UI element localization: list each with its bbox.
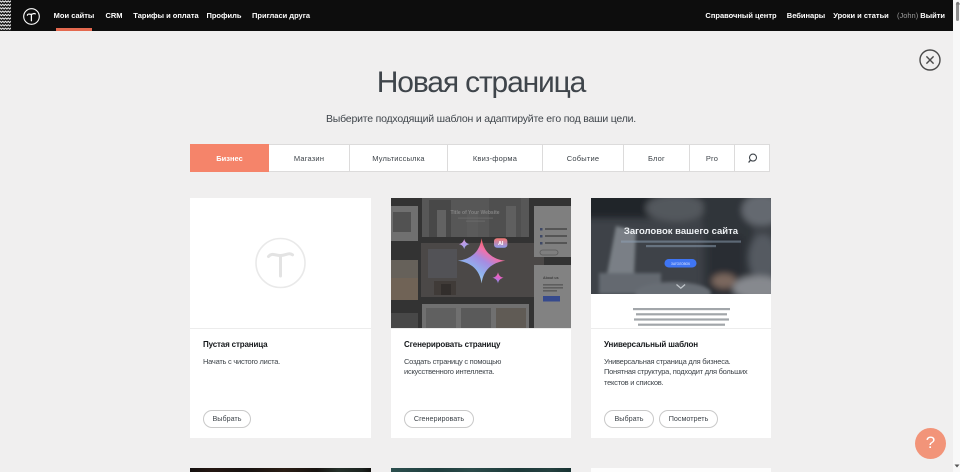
svg-text:ЗАГОЛОВОК: ЗАГОЛОВОК — [671, 262, 690, 266]
svg-text:AI: AI — [498, 241, 504, 247]
svg-text:Заголовок вашего сайта: Заголовок вашего сайта — [624, 226, 739, 237]
